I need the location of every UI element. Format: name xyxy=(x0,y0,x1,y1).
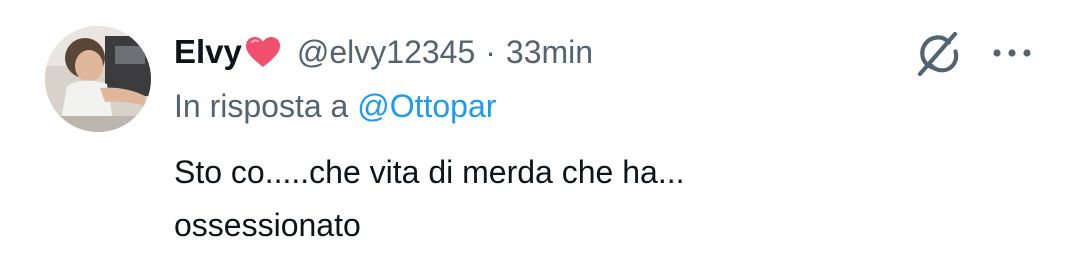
heart-emoji xyxy=(245,36,281,68)
tweet-text: Sto co.....che vita di merda che ha... o… xyxy=(174,154,685,243)
tweet-header: Elvy @elvy12345 · 33min xyxy=(174,26,593,78)
more-options-icon[interactable] xyxy=(990,40,1034,66)
avatar-image xyxy=(45,26,151,132)
user-handle[interactable]: @elvy12345 xyxy=(297,34,475,71)
separator-dot: · xyxy=(485,33,496,70)
display-name[interactable]: Elvy xyxy=(174,33,242,71)
reply-prefix: In risposta a xyxy=(174,88,349,124)
grok-icon[interactable] xyxy=(910,30,966,78)
timestamp[interactable]: 33min xyxy=(506,34,593,71)
reply-context: In risposta a @Ottopar xyxy=(174,88,496,125)
tweet[interactable]: Elvy @elvy12345 · 33min In risposta a @O… xyxy=(0,0,1068,268)
avatar[interactable] xyxy=(45,26,151,132)
reply-mention-link[interactable]: @Ottopar xyxy=(357,88,496,124)
